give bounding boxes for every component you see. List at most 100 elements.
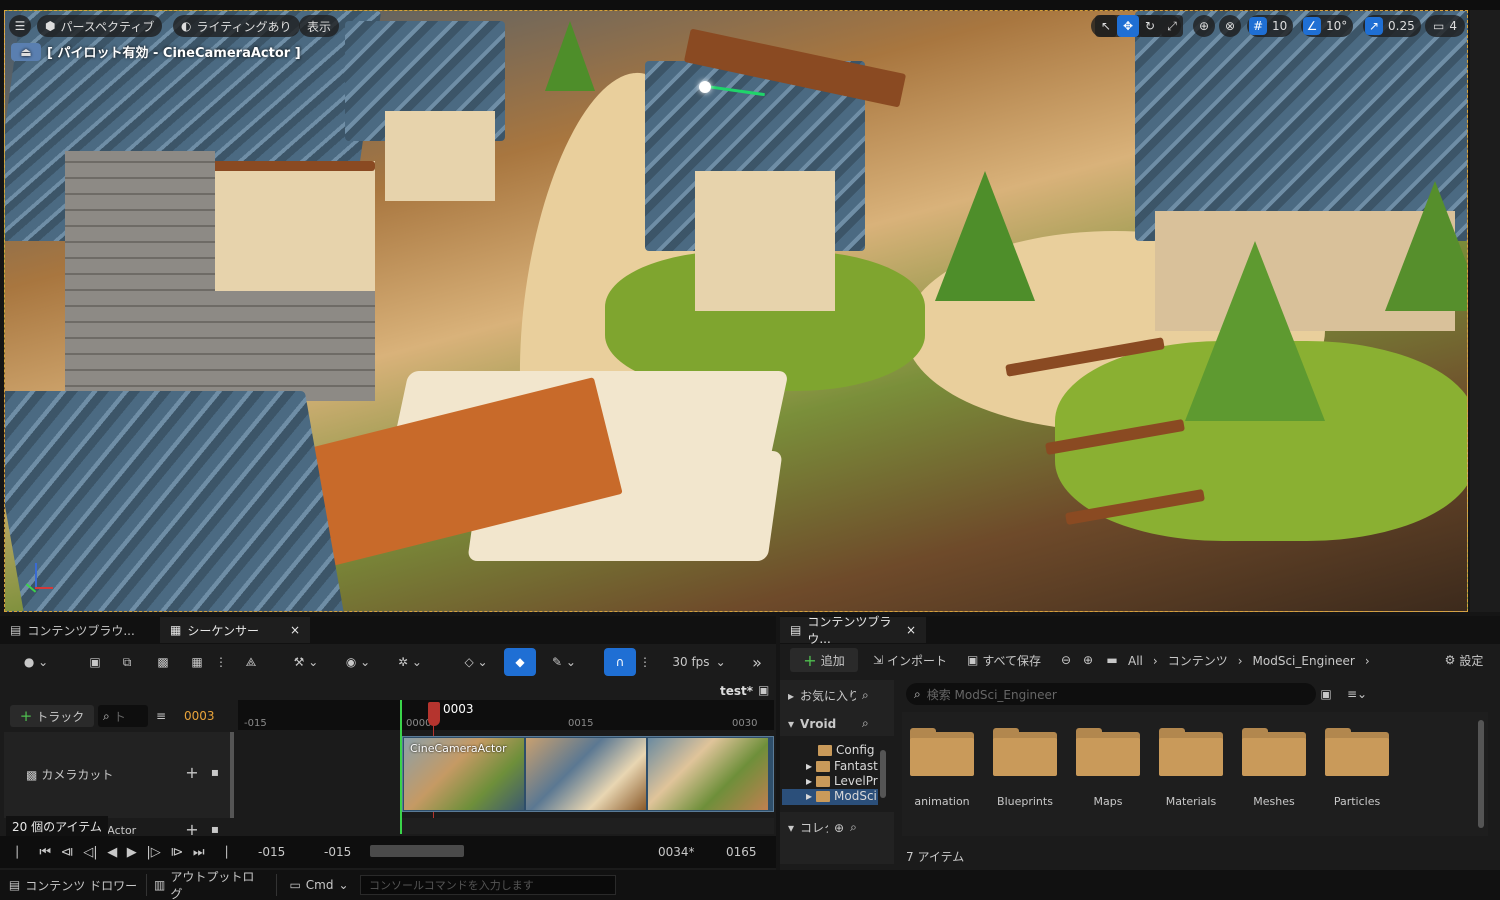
tab-content-browser-1[interactable]: ▤ コンテンツブラウ...	[0, 617, 156, 643]
save-search-icon[interactable]: ▣	[1318, 684, 1334, 704]
close-tab-icon[interactable]: ×	[290, 623, 300, 637]
world-dropdown[interactable]: ● ⌄	[16, 650, 56, 674]
asset-scrollbar[interactable]	[1478, 720, 1484, 828]
console-input[interactable]: コンソールコマンドを入力します	[360, 875, 616, 895]
tree-scrollbar[interactable]	[880, 750, 886, 798]
asset-search-input[interactable]: ⌕ 検索 ModSci_Engineer	[906, 683, 1316, 705]
lock-icon[interactable]: ▣	[758, 683, 769, 697]
close-tab-icon[interactable]: ×	[906, 623, 916, 637]
folder-animation[interactable]	[910, 728, 974, 776]
add-button[interactable]: + 追加	[790, 648, 858, 672]
hamburger-icon[interactable]: ☰	[9, 15, 31, 37]
tab-sequencer[interactable]: ▦ シーケンサー ×	[160, 617, 310, 643]
timeline-scrollbar[interactable]	[370, 845, 464, 857]
tab-content-browser-2[interactable]: ▤ コンテンツブラウ... ×	[780, 615, 926, 646]
surface-snap-icon[interactable]: ⊗	[1219, 15, 1241, 37]
track-splitter[interactable]	[230, 732, 234, 818]
play-reverse-icon[interactable]: ◀	[107, 845, 117, 860]
jump-start-icon[interactable]: ⏮	[39, 845, 51, 860]
forward-icon[interactable]: ⊕	[1078, 648, 1098, 672]
back-icon[interactable]: ⊖	[1056, 648, 1076, 672]
key-dropdown-icon[interactable]: ◇ ⌄	[456, 650, 496, 674]
content-drawer-button[interactable]: ▤ コンテンツ ドロワー	[6, 874, 140, 896]
move-tool-icon[interactable]: ✥	[1117, 15, 1139, 37]
view-mode-dropdown[interactable]: ◐ ライティングあり	[173, 15, 300, 37]
render-movie-icon[interactable]: ▩	[152, 650, 174, 674]
step-forward-icon[interactable]: |▷	[146, 845, 160, 860]
wrench-dropdown-icon[interactable]: ⚒ ⌄	[286, 650, 326, 674]
search-icon[interactable]: ⌕	[862, 716, 869, 731]
play-icon[interactable]: ▶	[127, 845, 137, 860]
fps-dropdown[interactable]: 30 fps ⌄	[664, 650, 734, 674]
autokey-dropdown-icon[interactable]: ✲ ⌄	[390, 650, 430, 674]
perspective-dropdown[interactable]: ⬢ パースペクティブ	[37, 15, 163, 37]
set-end-icon[interactable]: ⎹	[214, 845, 227, 860]
camera-binding-icon[interactable]: ▪	[206, 762, 224, 782]
view-start-field[interactable]: -015	[258, 845, 285, 859]
tree-item-fantasy[interactable]: ▸ Fantast	[806, 759, 878, 773]
more-options-icon[interactable]: ⋮	[214, 650, 228, 674]
expand-toolbar-icon[interactable]: »	[744, 650, 770, 674]
jump-end-icon[interactable]: ⏭	[193, 845, 205, 860]
tree-item-config[interactable]: Config	[818, 743, 875, 757]
import-button[interactable]: ⇲ インポート	[870, 648, 950, 672]
add-key-icon[interactable]: +	[184, 762, 200, 782]
sequencer-tab-icon: ▦	[170, 623, 182, 637]
folder-particles[interactable]	[1325, 728, 1389, 776]
camera-speed-dropdown[interactable]: ▭ 4	[1425, 15, 1465, 37]
show-dropdown[interactable]: 表示	[299, 15, 340, 37]
view-end-field[interactable]: 0165	[726, 845, 757, 859]
breadcrumb-item[interactable]: コンテンツ	[1168, 652, 1228, 669]
timeline-ruler[interactable]	[238, 700, 774, 730]
folder-maps[interactable]	[1076, 728, 1140, 776]
snap-keys-icon[interactable]: ◆	[504, 648, 536, 676]
camera-gizmo-icon[interactable]	[699, 81, 711, 93]
set-start-icon[interactable]: ⎸	[17, 845, 30, 860]
step-back-icon[interactable]: ◁|	[83, 845, 97, 860]
current-frame-field[interactable]: 0003	[184, 709, 215, 723]
folder-icon	[816, 775, 831, 787]
clapper-icon[interactable]: ▦	[186, 650, 208, 674]
select-tool-icon[interactable]: ↖	[1095, 15, 1117, 37]
settings-button[interactable]: ⚙ 設定	[1436, 648, 1492, 672]
level-viewport[interactable]: ☰ ⬢ パースペクティブ ◐ ライティングあり 表示 ⏏ [ パイロット有効 -…	[4, 10, 1468, 612]
draw-dropdown-icon[interactable]: ✎ ⌄	[544, 650, 584, 674]
breadcrumb-item[interactable]: All	[1128, 654, 1143, 668]
playhead-handle[interactable]	[428, 702, 440, 726]
save-all-button[interactable]: ▣ すべて保存	[962, 648, 1046, 672]
folder-materials[interactable]	[1159, 728, 1223, 776]
working-start-field[interactable]: -015	[324, 845, 351, 859]
find-asset-icon[interactable]: ⧉	[116, 650, 138, 674]
search-icon[interactable]: ⌕	[850, 820, 857, 835]
eject-icon[interactable]: ⏏	[11, 42, 41, 61]
next-key-icon[interactable]: ⧐	[170, 845, 183, 860]
rotate-tool-icon[interactable]: ↻	[1139, 15, 1161, 37]
save-sequence-icon[interactable]: ▣	[84, 650, 106, 674]
scale-snap-toggle[interactable]: ↗ 0.25	[1363, 15, 1421, 37]
search-icon[interactable]: ⌕	[862, 688, 869, 703]
working-end-field[interactable]: 0034*	[658, 845, 695, 859]
tree-item-modsci[interactable]: ▸ ModSci	[806, 789, 877, 803]
add-track-button[interactable]: + トラック	[10, 705, 94, 727]
track-search-input[interactable]: ⌕ ト	[98, 705, 148, 727]
snap-options-icon[interactable]: ⋮	[638, 650, 652, 674]
output-log-button[interactable]: ▥ アウトプットログ	[154, 870, 266, 900]
tree-item-levelprototyping[interactable]: ▸ LevelPr	[806, 774, 878, 788]
folder-blueprints[interactable]	[993, 728, 1057, 776]
prev-key-icon[interactable]: ⧏	[61, 845, 74, 860]
chevron-right-icon: ›	[1237, 653, 1243, 668]
cmd-dropdown[interactable]: ▭ Cmd ⌄	[284, 874, 354, 896]
key-transform-icon[interactable]: ⟁	[240, 650, 262, 674]
add-collection-icon[interactable]: ⊕	[834, 821, 844, 835]
filter-icon[interactable]: ≡	[150, 705, 172, 727]
breadcrumb-item[interactable]: ModSci_Engineer	[1253, 654, 1355, 668]
scale-tool-icon[interactable]: ⤢	[1161, 15, 1183, 37]
grid-snap-toggle[interactable]: # 10	[1247, 15, 1294, 37]
folder-meshes[interactable]	[1242, 728, 1306, 776]
eye-dropdown-icon[interactable]: ◉ ⌄	[338, 650, 378, 674]
rotation-snap-toggle[interactable]: ∠ 10°	[1301, 15, 1354, 37]
magnet-snap-icon[interactable]: ∩	[604, 648, 636, 676]
coordinate-space-icon[interactable]: ⊕	[1193, 15, 1215, 37]
filter-dropdown-icon[interactable]: ≡⌄	[1340, 684, 1374, 704]
search-icon: ⌕	[914, 686, 921, 701]
